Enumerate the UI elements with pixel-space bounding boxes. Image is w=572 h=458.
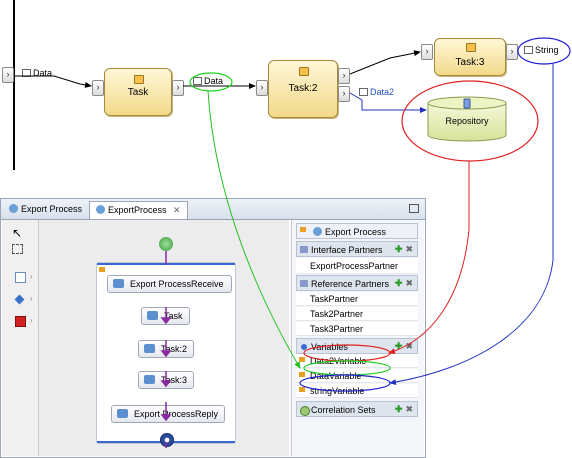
task2-node[interactable]: Task:2 bbox=[268, 60, 338, 118]
marquee-tool-icon[interactable] bbox=[12, 244, 23, 254]
delete-icon[interactable]: ✖ bbox=[405, 404, 413, 414]
task2-label: Task:2 bbox=[288, 83, 318, 94]
flag-icon bbox=[299, 387, 305, 392]
task-output-port[interactable]: › bbox=[172, 80, 184, 96]
task3-output-port[interactable]: › bbox=[506, 44, 518, 60]
task2-output-port-2[interactable]: › bbox=[338, 86, 350, 102]
task2-input-port[interactable]: › bbox=[256, 80, 268, 96]
stop-tool-icon[interactable] bbox=[15, 316, 26, 327]
tab-export-process-1[interactable]: Export Process bbox=[3, 201, 88, 218]
partner-icon bbox=[300, 246, 308, 253]
task2-output-port-1[interactable]: › bbox=[338, 68, 350, 84]
tab-export-process-2[interactable]: ExportProcess ✕ bbox=[89, 201, 188, 219]
variable-item[interactable]: Data2Variable bbox=[296, 354, 418, 368]
data-icon bbox=[524, 46, 533, 54]
partner-item[interactable]: ExportProcessPartner bbox=[296, 258, 418, 274]
reference-partners-header[interactable]: Reference Partners ✚ ✖ bbox=[296, 275, 418, 291]
partner-item[interactable]: Task2Partner bbox=[296, 307, 418, 321]
start-port[interactable]: › bbox=[2, 67, 14, 83]
task-label: Task bbox=[127, 87, 149, 98]
process-icon bbox=[313, 227, 322, 236]
expand-arrow-icon[interactable]: › bbox=[30, 316, 33, 325]
task-icon bbox=[466, 43, 476, 52]
task-icon bbox=[134, 75, 144, 84]
partner-item[interactable]: TaskPartner bbox=[296, 292, 418, 306]
correlation-icon bbox=[300, 406, 310, 416]
outline-header[interactable]: Export Process bbox=[296, 223, 418, 239]
process-canvas[interactable]: Export ProcessReceive Task Task:2 Task:3… bbox=[39, 220, 289, 456]
flag-icon bbox=[299, 372, 305, 377]
data2-label: Data2 bbox=[359, 87, 394, 97]
flag-icon bbox=[300, 227, 306, 232]
palette: ↖ › › › bbox=[2, 220, 39, 456]
task-input-port[interactable]: › bbox=[92, 80, 104, 96]
flag-icon bbox=[299, 357, 305, 362]
close-tab-icon[interactable]: ✕ bbox=[173, 205, 181, 215]
expand-arrow-icon[interactable]: › bbox=[30, 294, 33, 303]
delete-icon[interactable]: ✖ bbox=[405, 341, 413, 351]
interface-partners-header[interactable]: Interface Partners ✚ ✖ bbox=[296, 241, 418, 257]
add-icon[interactable]: ✚ bbox=[395, 404, 403, 414]
tab-bar: Export Process ExportProcess ✕ bbox=[1, 199, 425, 220]
decision-tool-icon[interactable] bbox=[14, 294, 25, 305]
data-icon bbox=[193, 77, 202, 85]
add-icon[interactable]: ✚ bbox=[395, 341, 403, 351]
data-icon bbox=[359, 88, 368, 96]
editor-window: Export Process ExportProcess ✕ ↖ › › › E… bbox=[0, 198, 426, 458]
delete-icon[interactable]: ✖ bbox=[405, 244, 413, 254]
process-outline-panel: Export Process Interface Partners ✚ ✖ Exp… bbox=[291, 220, 424, 456]
maximize-icon[interactable] bbox=[409, 204, 419, 213]
add-icon[interactable]: ✚ bbox=[395, 278, 403, 288]
data-icon bbox=[22, 69, 31, 77]
process-icon bbox=[96, 205, 105, 214]
repository-node[interactable]: Repository bbox=[427, 96, 507, 142]
select-tool-icon[interactable]: ↖ bbox=[12, 226, 22, 240]
variables-header[interactable]: Variables ✚ ✖ bbox=[296, 338, 418, 354]
data-label-2: Data bbox=[193, 76, 223, 86]
lane-border bbox=[13, 0, 15, 170]
task3-label: Task:3 bbox=[455, 57, 485, 68]
expand-arrow-icon[interactable]: › bbox=[30, 272, 33, 281]
string-label: String bbox=[524, 45, 559, 55]
variable-item[interactable]: DataVariable bbox=[296, 369, 418, 383]
task3-input-port[interactable]: › bbox=[421, 44, 433, 60]
correlation-sets-header[interactable]: Correlation Sets ✚ ✖ bbox=[296, 401, 418, 417]
task-icon bbox=[299, 67, 309, 76]
partner-item[interactable]: Task3Partner bbox=[296, 322, 418, 336]
task3-node[interactable]: Task:3 bbox=[434, 38, 506, 76]
add-icon[interactable]: ✚ bbox=[395, 244, 403, 254]
process-icon bbox=[9, 204, 18, 213]
sequence-connectors bbox=[160, 251, 172, 448]
delete-icon[interactable]: ✖ bbox=[405, 278, 413, 288]
data-label-1: Data bbox=[22, 68, 52, 78]
activity-tool-icon[interactable] bbox=[15, 272, 26, 283]
task-node[interactable]: Task bbox=[104, 68, 172, 116]
variable-icon bbox=[301, 344, 307, 350]
variable-item[interactable]: stringVariable bbox=[296, 384, 418, 398]
partner-icon bbox=[300, 280, 308, 287]
repository-label: Repository bbox=[445, 116, 489, 126]
